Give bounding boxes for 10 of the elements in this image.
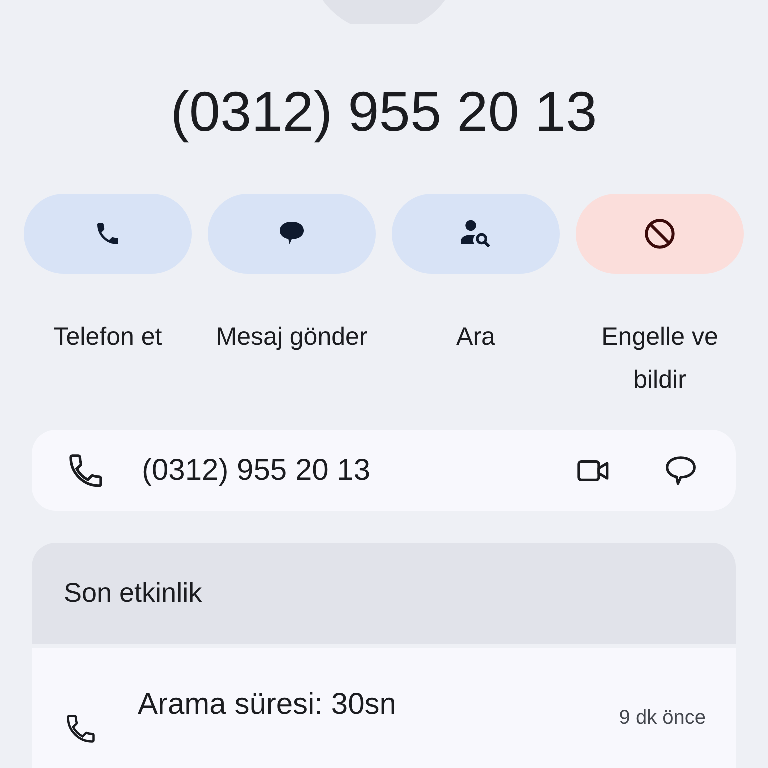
action-label: Ara bbox=[456, 322, 496, 354]
phone-icon bbox=[64, 712, 98, 746]
action-label: Telefon et bbox=[54, 322, 162, 354]
action-label: Engelle ve bildir bbox=[600, 322, 720, 396]
action-label: Mesaj gönder bbox=[216, 322, 368, 354]
phone-number: (0312) 955 20 13 bbox=[142, 454, 372, 488]
call-duration: Arama süresi: 30sn bbox=[138, 688, 398, 723]
contact-title: (0312) 955 20 13 bbox=[170, 79, 598, 146]
call-time: 9 dk önce bbox=[619, 707, 706, 730]
section-title: Son etkinlik bbox=[64, 578, 202, 609]
